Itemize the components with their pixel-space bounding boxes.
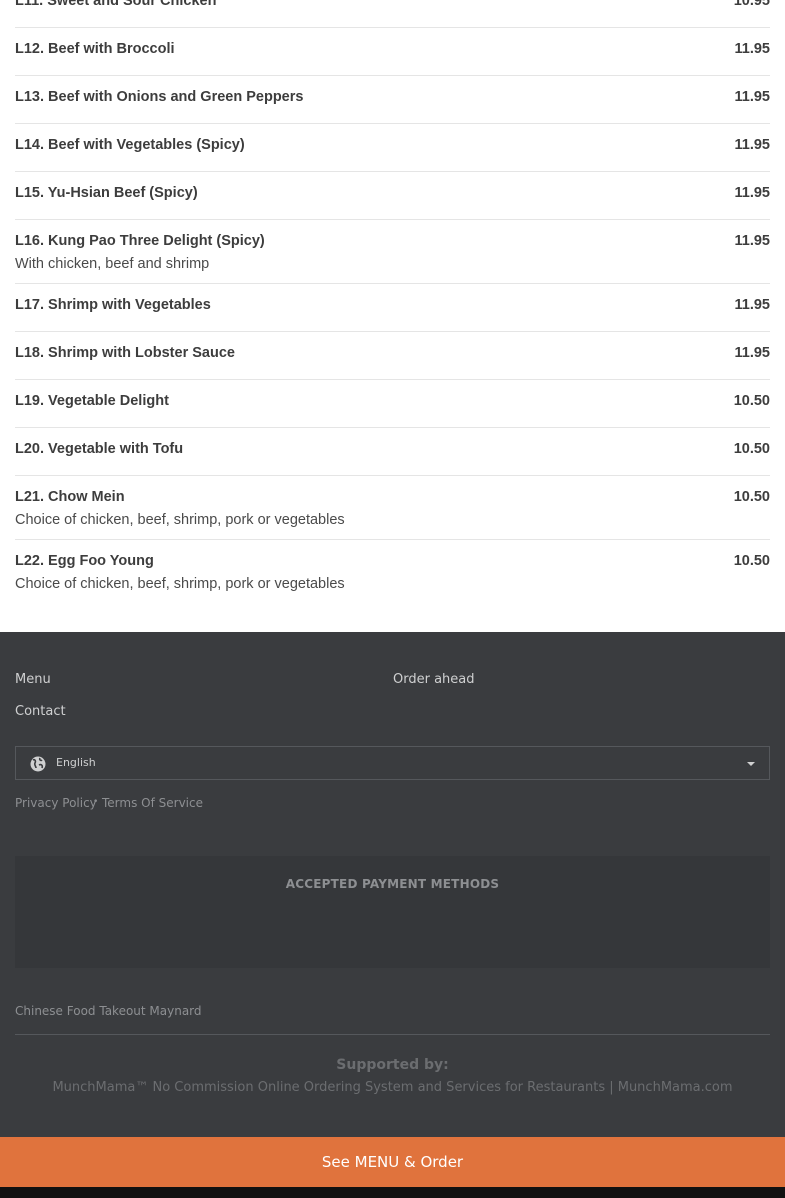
menu-item[interactable]: L19. Vegetable Delight 10.50 (15, 393, 770, 428)
menu-item-name: L11. Sweet and Sour Chicken (15, 0, 217, 9)
menu-item-price: 11.95 (734, 137, 771, 153)
payment-methods-title: ACCEPTED PAYMENT METHODS (285, 877, 500, 891)
menu-item-price: 11.95 (734, 233, 771, 249)
chevron-down-icon (747, 762, 755, 766)
payment-methods-panel: ACCEPTED PAYMENT METHODS (15, 856, 770, 968)
language-select-value: English (56, 756, 96, 769)
footer-link-order-ahead[interactable]: Order ahead (393, 672, 475, 687)
menu-item-name: L14. Beef with Vegetables (Spicy) (15, 137, 245, 153)
menu-item-name: L19. Vegetable Delight (15, 393, 169, 409)
menu-item-price: 11.95 (734, 89, 771, 105)
menu-item-price: 11.95 (734, 185, 771, 201)
menu-item[interactable]: L18. Shrimp with Lobster Sauce 11.95 (15, 345, 771, 380)
menu-item[interactable]: L21. Chow Mein 10.50 Choice of chicken, … (15, 489, 770, 540)
menu-item-description: Choice of chicken, beef, shrimp, pork or… (15, 512, 345, 528)
menu-item[interactable]: L14. Beef with Vegetables (Spicy) 11.95 (15, 137, 771, 172)
menu-item-name: L21. Chow Mein (15, 489, 125, 505)
supported-by-heading: Supported by: (336, 1057, 449, 1073)
menu-item-price: 10.50 (733, 553, 770, 569)
menu-item[interactable]: L15. Yu-Hsian Beef (Spicy) 11.95 (15, 185, 771, 220)
menu-item-name: L16. Kung Pao Three Delight (Spicy) (15, 233, 265, 249)
powered-by-link[interactable]: MunchMama™ No Commission Online Ordering… (0, 1080, 785, 1095)
language-select[interactable]: English (15, 746, 770, 780)
menu-item-price: 10.50 (733, 489, 770, 505)
menu-item-description: Choice of chicken, beef, shrimp, pork or… (15, 576, 345, 592)
privacy-policy-link[interactable]: Privacy Policy (15, 796, 97, 810)
menu-item[interactable]: L22. Egg Foo Young 10.50 Choice of chick… (15, 553, 770, 603)
bottom-bar (0, 1187, 785, 1198)
menu-item-name: L17. Shrimp with Vegetables (15, 297, 211, 313)
menu-item-name: L22. Egg Foo Young (15, 553, 154, 569)
legal-separator: • (93, 797, 99, 807)
globe-icon (30, 756, 46, 772)
menu-item-name: L20. Vegetable with Tofu (15, 441, 184, 457)
menu-item[interactable]: L12. Beef with Broccoli 11.95 (15, 41, 771, 76)
menu-item-price: 11.95 (734, 41, 771, 57)
menu-item-price: 10.50 (733, 393, 770, 409)
footer-divider (15, 1034, 770, 1035)
menu-item-price: 11.95 (734, 297, 771, 313)
menu-item-name: L13. Beef with Onions and Green Peppers (15, 89, 304, 105)
site-footer: Menu Order ahead Contact English Privacy… (0, 632, 785, 1137)
menu-item[interactable]: L17. Shrimp with Vegetables 11.95 (15, 297, 771, 332)
menu-item-name: L15. Yu-Hsian Beef (Spicy) (15, 185, 198, 201)
footer-link-contact[interactable]: Contact (15, 704, 66, 719)
menu-item-price: 10.95 (733, 0, 770, 9)
terms-of-service-link[interactable]: Terms Of Service (102, 796, 203, 810)
menu-item-description: With chicken, beef and shrimp (15, 256, 210, 272)
seo-link[interactable]: Chinese Food Takeout Maynard (15, 1004, 202, 1018)
menu-item[interactable]: L11. Sweet and Sour Chicken 10.95 (15, 0, 770, 28)
menu-item[interactable]: L13. Beef with Onions and Green Peppers … (15, 89, 771, 124)
menu-item[interactable]: L20. Vegetable with Tofu 10.50 (15, 441, 770, 476)
menu-item-name: L12. Beef with Broccoli (15, 41, 175, 57)
menu-item[interactable]: L16. Kung Pao Three Delight (Spicy) 11.9… (15, 233, 771, 284)
menu-item-price: 10.50 (733, 441, 770, 457)
footer-link-menu[interactable]: Menu (15, 672, 51, 687)
see-menu-order-label: See MENU & Order (321, 1153, 464, 1171)
menu-item-price: 11.95 (734, 345, 771, 361)
see-menu-order-button[interactable]: See MENU & Order (0, 1137, 785, 1187)
menu-item-name: L18. Shrimp with Lobster Sauce (15, 345, 235, 361)
